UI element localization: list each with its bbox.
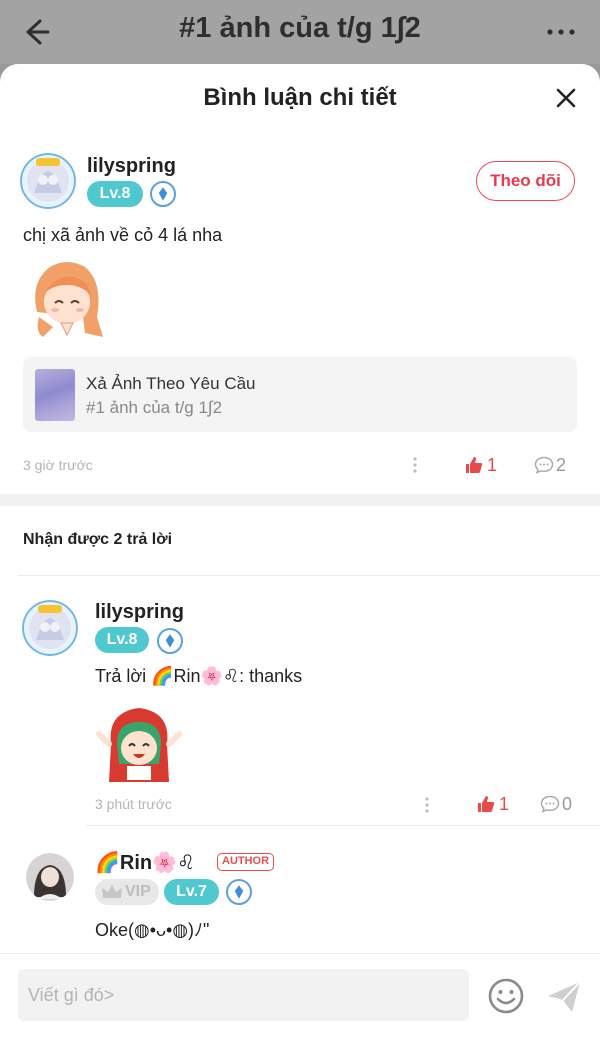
level-badge: Lv.8 xyxy=(95,627,149,653)
replies-header: Nhận được 2 trả lời xyxy=(23,531,173,548)
comment-count: 2 xyxy=(556,455,567,475)
reply-username[interactable]: 🌈Rin🌸♌ xyxy=(95,850,195,875)
comment-icon[interactable] xyxy=(534,456,554,474)
level-badge: Lv.8 xyxy=(87,181,143,207)
top-bar: #1 ảnh của t/g 1∫2 xyxy=(0,0,600,64)
author-avatar[interactable] xyxy=(26,853,74,901)
diamond-badge-icon xyxy=(150,181,176,207)
diamond-badge-icon xyxy=(226,879,252,905)
linked-post-card[interactable]: Xả Ảnh Theo Yêu Cầu #1 ảnh của t/g 1∫2 xyxy=(23,357,577,432)
send-icon[interactable] xyxy=(544,976,584,1016)
diamond-badge-icon xyxy=(157,628,183,654)
like-count: 1 xyxy=(499,794,510,814)
sheet-header: Bình luận chi tiết xyxy=(0,64,600,136)
post-thumbnail xyxy=(35,369,75,421)
comment-input-bar: Viết gì đó> xyxy=(0,953,600,1038)
reply-text: Trả lời 🌈Rin🌸♌: thanks xyxy=(95,666,303,686)
divider xyxy=(18,575,600,576)
vip-label: VIP xyxy=(125,883,151,900)
more-vertical-icon[interactable] xyxy=(413,457,417,473)
section-divider xyxy=(0,494,600,506)
comment-username[interactable]: lilyspring xyxy=(87,155,176,178)
reply-time: 3 phút trước xyxy=(95,796,172,812)
level-badge: Lv.7 xyxy=(164,879,219,905)
like-count: 1 xyxy=(487,455,498,475)
like-icon[interactable] xyxy=(477,795,495,813)
red-hood-girl-sticker-icon xyxy=(96,708,182,782)
girl-sticker-icon xyxy=(35,262,104,337)
comment-input[interactable]: Viết gì đó> xyxy=(18,969,469,1021)
comment-detail-sheet: Bình luận chi tiết lilyspring Lv.8 Theo … xyxy=(0,64,600,1038)
linked-post-subtitle: #1 ảnh của t/g 1∫2 xyxy=(86,398,223,417)
crown-icon xyxy=(102,885,122,898)
follow-button[interactable]: Theo dõi xyxy=(476,161,575,201)
more-vertical-icon[interactable] xyxy=(425,797,429,813)
comment-time: 3 giờ trước xyxy=(23,457,93,473)
sheet-title: Bình luận chi tiết xyxy=(203,84,397,111)
linked-post-title: Xả Ảnh Theo Yêu Cầu xyxy=(86,374,256,393)
page-title: #1 ảnh của t/g 1∫2 xyxy=(179,12,421,44)
reply-avatar[interactable] xyxy=(22,600,78,656)
divider xyxy=(86,825,600,826)
reply-username[interactable]: lilyspring xyxy=(95,601,184,624)
like-icon[interactable] xyxy=(465,456,483,474)
close-icon[interactable] xyxy=(554,86,578,110)
vip-badge: VIP xyxy=(95,879,159,905)
comment-icon[interactable] xyxy=(540,795,560,813)
reply-text: Oke(◍•ᴗ•◍)ﾉ" xyxy=(95,920,210,940)
comment-text: chị xã ảnh về cỏ 4 lá nha xyxy=(23,225,223,245)
comment-count: 0 xyxy=(562,794,573,814)
emoji-icon[interactable] xyxy=(487,977,525,1015)
author-tag: AUTHOR xyxy=(217,853,275,871)
more-options-icon[interactable] xyxy=(546,20,576,44)
user-avatar[interactable] xyxy=(20,153,76,209)
